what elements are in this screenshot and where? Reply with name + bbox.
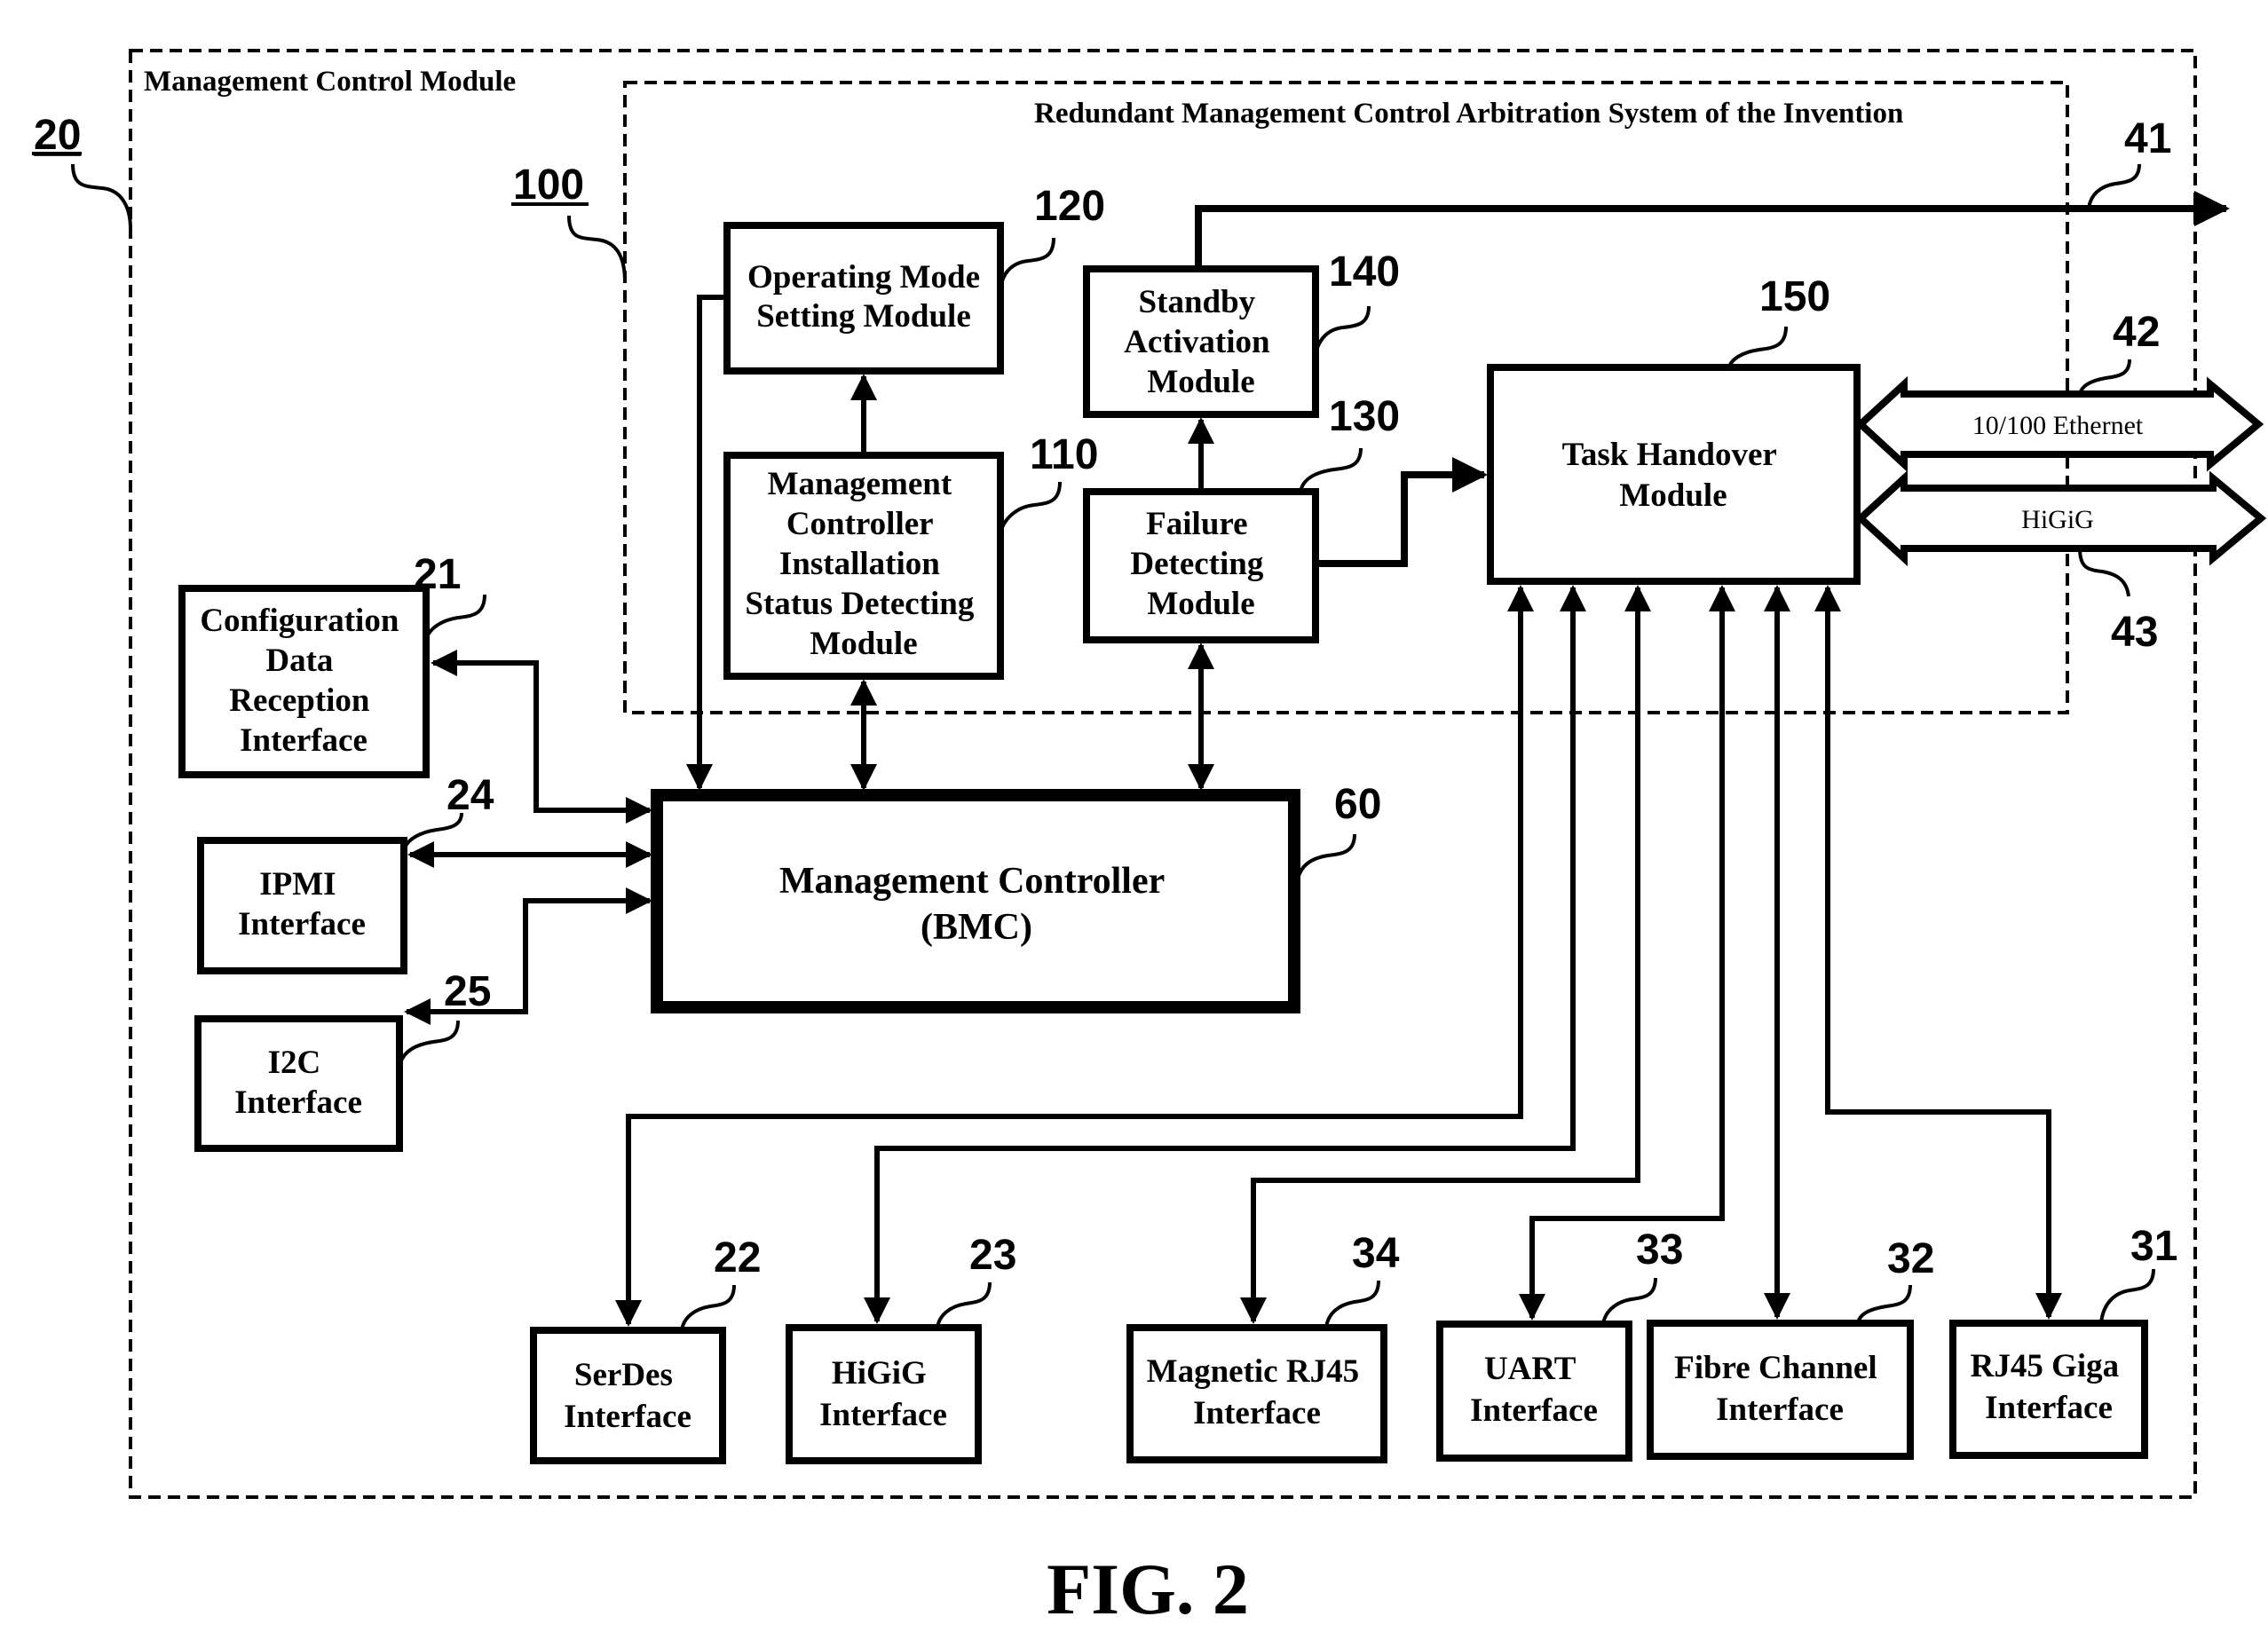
ref-32-leader	[1856, 1284, 1912, 1324]
ref-22: 22	[714, 1234, 761, 1281]
ref-120: 120	[1034, 183, 1105, 230]
bus-43-label: HiGiG	[2021, 505, 2094, 534]
ref-42: 42	[2113, 309, 2160, 356]
higig-interface	[786, 1324, 982, 1464]
ref-60-leader	[1296, 833, 1356, 879]
ref-120-leader	[999, 237, 1055, 289]
bus-42-ethernet: 10/100 Ethernet	[1855, 375, 2264, 473]
ref-23: 23	[969, 1232, 1016, 1279]
ref-110: 110	[1030, 431, 1098, 478]
ref-130: 130	[1329, 393, 1400, 440]
ref-21: 21	[414, 551, 461, 598]
task-handover-module	[1487, 364, 1861, 585]
ref-41: 41	[2124, 115, 2171, 162]
magnetic-rj45-interface	[1126, 1324, 1387, 1463]
ref-33: 33	[1636, 1226, 1683, 1273]
connector-31-150	[1814, 585, 2062, 1320]
ref-140-leader	[1314, 305, 1371, 354]
connector-130-to-150	[1316, 457, 1488, 567]
ref-100: 100	[513, 162, 584, 209]
ref-31-leader	[2099, 1268, 2155, 1324]
bus-43-higig: HiGiG	[1855, 469, 2267, 567]
connector-120-to-bmc	[686, 295, 727, 791]
connector-33-150	[1519, 585, 1735, 1321]
uart-interface	[1436, 1321, 1632, 1462]
ref-43-leader	[2078, 548, 2130, 597]
ref-21-leader	[424, 594, 486, 640]
i2c-interface	[194, 1015, 403, 1152]
ref-41-leader	[2087, 163, 2141, 209]
arbitration-system-title: Redundant Management Control Arbitration…	[1034, 98, 1903, 130]
ref-60: 60	[1334, 781, 1381, 828]
ref-25-leader	[399, 1020, 460, 1064]
block-diagram: Management Control Module 20 Redundant M…	[32, 49, 2267, 1629]
ref-130-leader	[1299, 447, 1363, 494]
serdes-interface	[530, 1327, 726, 1464]
ref-140: 140	[1329, 248, 1400, 296]
ref-100-leader	[567, 215, 627, 283]
failure-detecting-module-label: Failure Detecting Module	[1130, 506, 1271, 622]
ref-31: 31	[2130, 1223, 2177, 1270]
ref-43: 43	[2111, 609, 2158, 656]
ref-110-leader	[999, 481, 1062, 533]
management-control-module-title: Management Control Module	[144, 66, 516, 98]
ref-42-leader	[2078, 359, 2131, 395]
ref-150-leader	[1727, 326, 1788, 368]
ref-33-leader	[1601, 1277, 1657, 1325]
connector-34-150	[1240, 585, 1651, 1324]
ref-25: 25	[444, 968, 491, 1015]
ref-34: 34	[1352, 1230, 1400, 1277]
ref-150: 150	[1759, 273, 1830, 320]
figure-caption: FIG. 2	[1047, 1549, 1249, 1629]
ref-34-leader	[1324, 1280, 1380, 1329]
ref-20-leader	[71, 163, 132, 230]
fibre-channel-interface	[1647, 1320, 1914, 1460]
bus-42-label: 10/100 Ethernet	[1972, 411, 2144, 440]
ref-24: 24	[446, 772, 494, 819]
ref-32: 32	[1887, 1235, 1934, 1282]
ref-23-leader	[936, 1281, 992, 1329]
ref-22-leader	[680, 1284, 736, 1331]
